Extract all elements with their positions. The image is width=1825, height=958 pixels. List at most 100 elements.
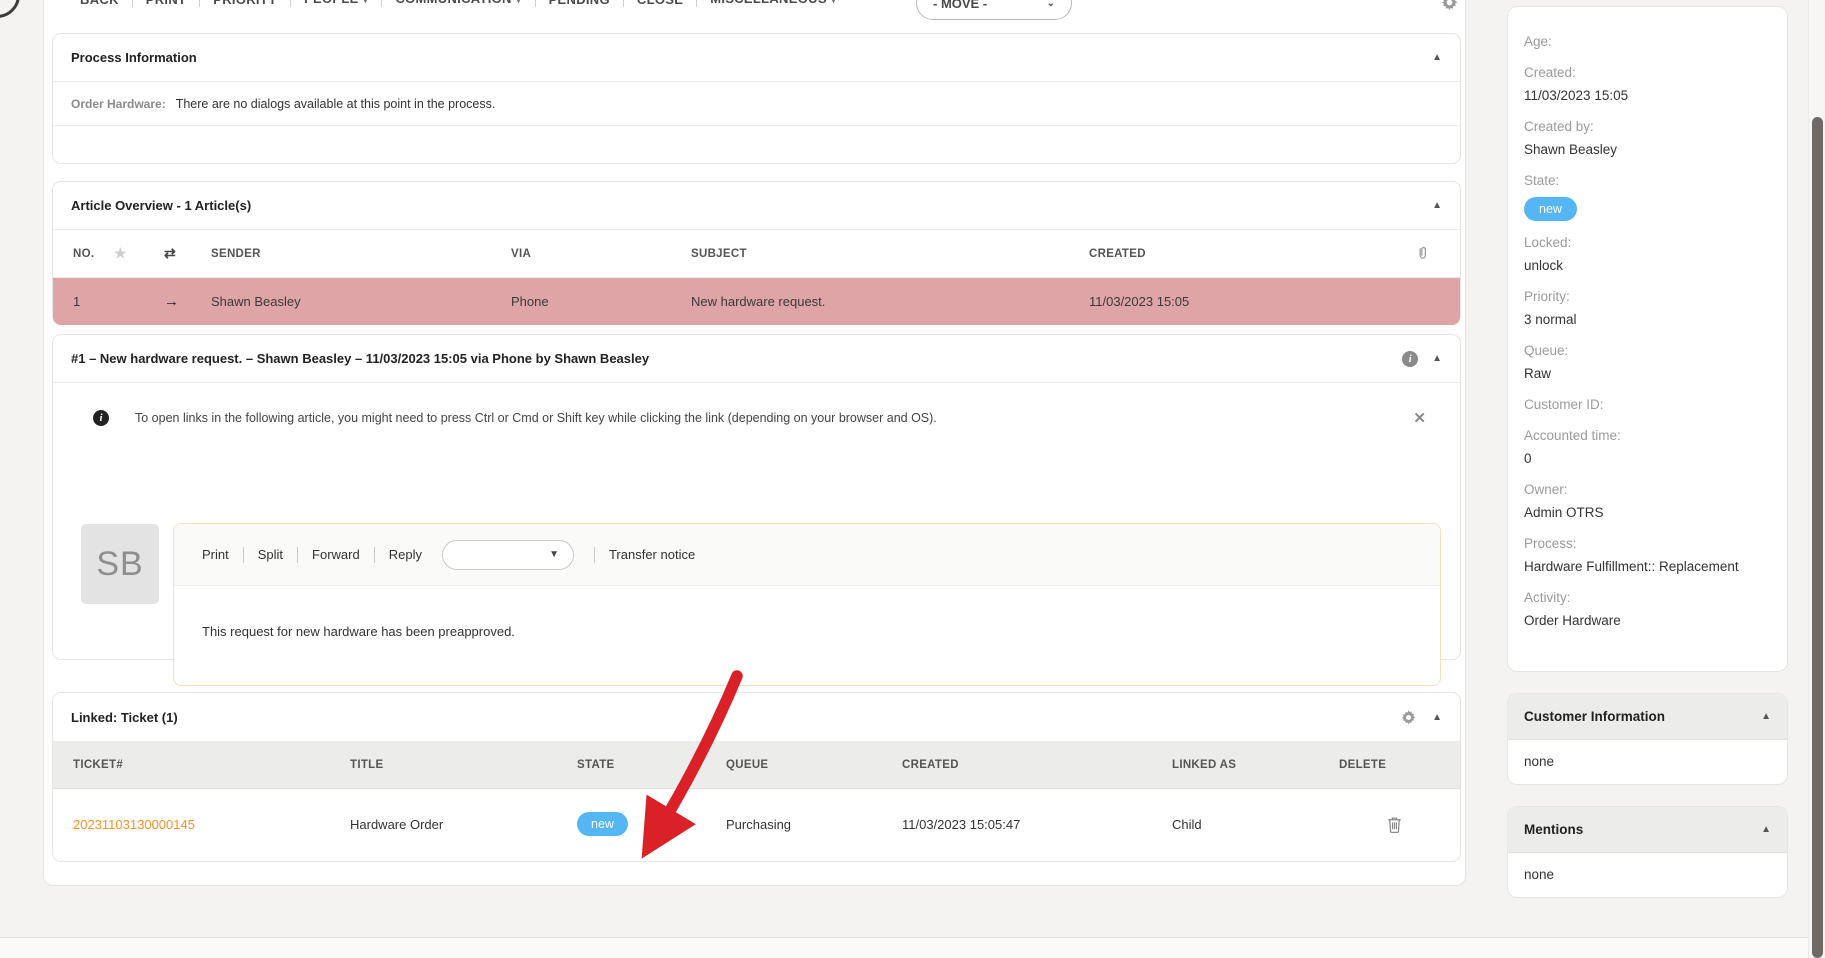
- move-select-label: - MOVE -: [933, 0, 987, 11]
- article-detail-header: #1 – New hardware request. – Shawn Beasl…: [53, 335, 1460, 383]
- browser-scrollbar-thumb[interactable]: [1812, 117, 1823, 958]
- col-no: NO.: [73, 248, 114, 260]
- star-icon: ★: [114, 245, 164, 262]
- action-divider: [374, 547, 375, 563]
- incoming-arrow-icon: →: [164, 293, 211, 310]
- mentions-widget: Mentions ▲ none: [1507, 806, 1788, 898]
- sidebar-field-process: Process: Hardware Fulfillment:: Replacem…: [1524, 535, 1771, 576]
- caret-down-icon: ▾: [516, 0, 522, 6]
- sidebar-field-owner: Owner: Admin OTRS: [1524, 481, 1771, 522]
- toolbar-item-print[interactable]: PRINT: [146, 0, 187, 10]
- mentions-header: Mentions ▲: [1508, 807, 1787, 853]
- article-detail-title: #1 – New hardware request. – Shawn Beasl…: [71, 351, 649, 366]
- process-dialog-message: There are no dialogs available at this p…: [176, 97, 496, 111]
- col-created: CREATED: [902, 759, 1172, 771]
- action-divider: [297, 547, 298, 563]
- toolbar-divider: [696, 0, 697, 7]
- process-information-widget: Process Information ▲ Order Hardware: Th…: [52, 33, 1461, 164]
- info-icon: i: [93, 410, 109, 426]
- sidebar-field-created: Created: 11/03/2023 15:05: [1524, 64, 1771, 105]
- close-icon[interactable]: ✕: [1413, 409, 1426, 427]
- article-created: 11/03/2023 15:05: [1089, 294, 1416, 309]
- col-delete: DELETE: [1339, 759, 1460, 771]
- article-body-text: This request for new hardware has been p…: [174, 586, 1440, 639]
- article-subject: New hardware request.: [691, 294, 1089, 309]
- sidebar-field-locked: Locked: unlock: [1524, 234, 1771, 275]
- widget-title: Article Overview - 1 Article(s): [71, 198, 251, 213]
- move-queue-select[interactable]: - MOVE - ⌄: [916, 0, 1072, 20]
- article-detail-widget: #1 – New hardware request. – Shawn Beasl…: [52, 334, 1461, 660]
- article-overview-header: Article Overview - 1 Article(s) ▲: [53, 182, 1460, 230]
- forward-article-link[interactable]: Forward: [312, 547, 360, 562]
- cut-off-avatar-arc: [0, 0, 20, 18]
- toolbar-item-back[interactable]: BACK: [80, 0, 119, 10]
- toolbar-divider: [535, 0, 536, 7]
- notice-text: To open links in the following article, …: [135, 411, 1413, 425]
- article-info-icon[interactable]: i: [1402, 351, 1418, 367]
- linked-settings-gear-icon[interactable]: [1401, 710, 1416, 725]
- linked-ticket-number-link[interactable]: 20231103130000145: [73, 817, 350, 832]
- ticket-action-toolbar: BACK PRINT PRIORITY PEOPLE▾ COMMUNICATIO…: [80, 0, 837, 10]
- page-footer-strip: [0, 937, 1825, 958]
- collapse-arrow-icon[interactable]: ▲: [1761, 711, 1771, 722]
- article-row-selected[interactable]: 1 → Shawn Beasley Phone New hardware req…: [53, 278, 1460, 325]
- linked-tickets-widget: Linked: Ticket (1) ▲ TICKET# TITLE STATE…: [52, 692, 1461, 862]
- collapse-arrow-icon[interactable]: ▲: [1432, 200, 1442, 211]
- col-subject: SUBJECT: [691, 248, 1089, 260]
- col-ticket-number: TICKET#: [73, 759, 350, 771]
- article-content-box: Print Split Forward Reply ▼ Transfer not…: [173, 523, 1441, 686]
- linked-ticket-created: 11/03/2023 15:05:47: [902, 817, 1172, 832]
- action-divider: [594, 547, 595, 563]
- ticket-information-panel: Age: Created: 11/03/2023 15:05 Created b…: [1507, 6, 1788, 672]
- sidebar-field-priority: Priority: 3 normal: [1524, 288, 1771, 329]
- col-created: CREATED: [1089, 248, 1416, 260]
- col-state: STATE: [577, 759, 726, 771]
- chevron-down-icon: ⌄: [1047, 0, 1055, 9]
- print-article-link[interactable]: Print: [202, 547, 229, 562]
- sidebar-field-accounted-time: Accounted time: 0: [1524, 427, 1771, 468]
- toolbar-settings-gear-icon[interactable]: [1441, 0, 1458, 11]
- article-via: Phone: [511, 294, 691, 309]
- toolbar-item-people[interactable]: PEOPLE▾: [304, 0, 368, 10]
- toolbar-divider: [199, 0, 200, 7]
- widget-title: Linked: Ticket (1): [71, 710, 178, 725]
- article-action-bar: Print Split Forward Reply ▼ Transfer not…: [174, 524, 1440, 586]
- process-activity-label: Order Hardware:: [71, 97, 166, 111]
- toolbar-item-pending[interactable]: PENDING: [549, 0, 610, 10]
- collapse-arrow-icon[interactable]: ▲: [1432, 52, 1442, 63]
- col-title: TITLE: [350, 759, 577, 771]
- article-no: 1: [73, 294, 114, 309]
- toolbar-divider: [290, 0, 291, 7]
- split-article-link[interactable]: Split: [258, 547, 283, 562]
- toolbar-item-priority[interactable]: PRIORITY: [213, 0, 277, 10]
- article-overview-widget: Article Overview - 1 Article(s) ▲ NO. ★ …: [52, 181, 1461, 325]
- linked-tickets-header: Linked: Ticket (1) ▲: [53, 693, 1460, 741]
- sidebar-field-age: Age:: [1524, 33, 1771, 51]
- customer-information-body: none: [1508, 740, 1787, 783]
- collapse-arrow-icon[interactable]: ▲: [1761, 824, 1771, 835]
- toolbar-item-communication[interactable]: COMMUNICATION▾: [395, 0, 521, 10]
- sidebar-field-activity: Activity: Order Hardware: [1524, 589, 1771, 630]
- article-table-header: NO. ★ ⇄ SENDER VIA SUBJECT CREATED: [53, 230, 1460, 278]
- process-information-header: Process Information ▲: [53, 34, 1460, 82]
- col-queue: QUEUE: [726, 759, 902, 771]
- delete-link-trash-icon[interactable]: [1339, 816, 1460, 833]
- collapse-arrow-icon[interactable]: ▲: [1432, 712, 1442, 723]
- article-sender: Shawn Beasley: [211, 294, 511, 309]
- widget-title: Process Information: [71, 50, 197, 65]
- browser-scrollbar-track[interactable]: [1808, 0, 1825, 958]
- toolbar-item-miscellaneous[interactable]: MISCELLANEOUS▾: [710, 0, 836, 10]
- linked-table-header: TICKET# TITLE STATE QUEUE CREATED LINKED…: [53, 741, 1460, 789]
- toolbar-divider: [132, 0, 133, 7]
- sidebar-field-customer-id: Customer ID:: [1524, 396, 1771, 414]
- reply-article-link[interactable]: Reply: [389, 547, 422, 562]
- linked-ticket-row: 20231103130000145 Hardware Order new Pur…: [53, 789, 1460, 859]
- process-dialog-row: Order Hardware: There are no dialogs ava…: [53, 82, 1460, 126]
- state-badge: new: [1524, 197, 1577, 221]
- sidebar-field-queue: Queue: Raw: [1524, 342, 1771, 383]
- reply-template-select[interactable]: ▼: [442, 540, 574, 570]
- transfer-notice-link[interactable]: Transfer notice: [609, 547, 695, 562]
- toolbar-item-close[interactable]: CLOSE: [637, 0, 683, 10]
- collapse-arrow-icon[interactable]: ▲: [1432, 353, 1442, 364]
- toolbar-divider: [623, 0, 624, 7]
